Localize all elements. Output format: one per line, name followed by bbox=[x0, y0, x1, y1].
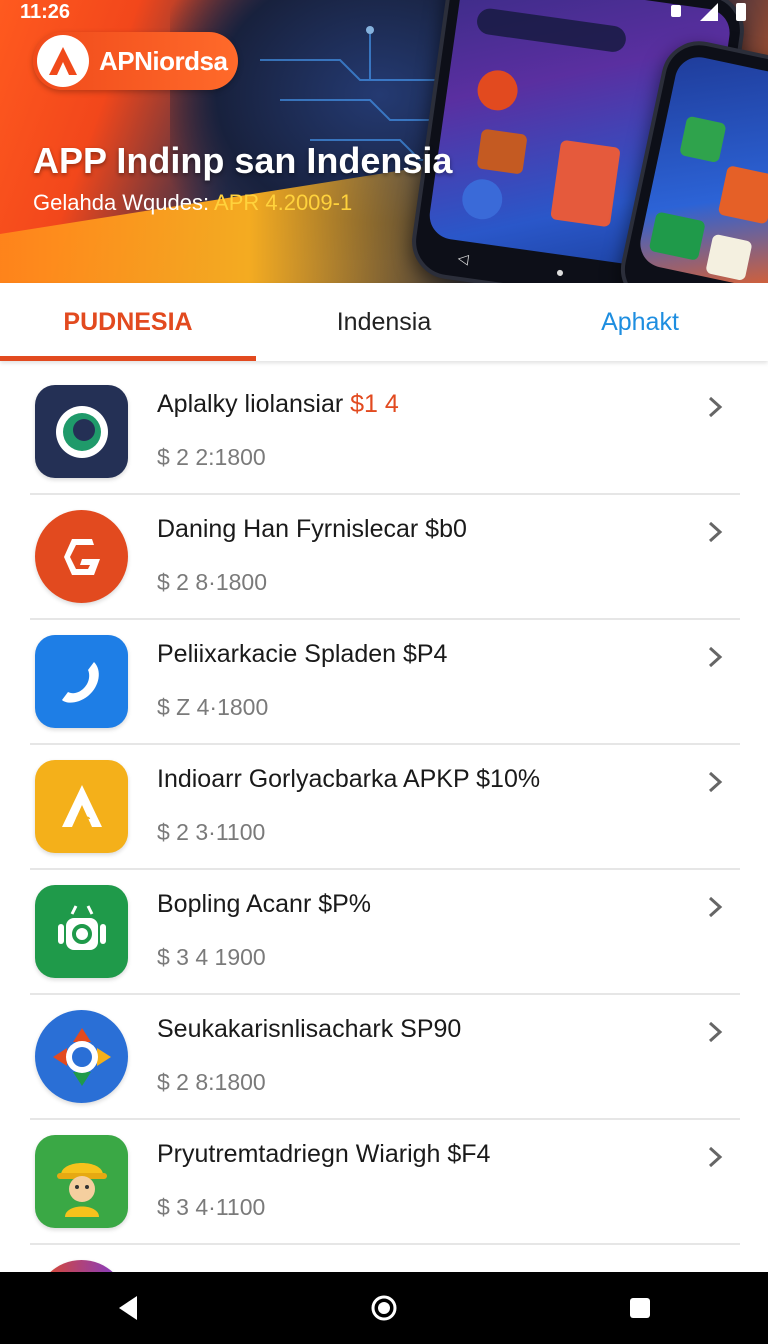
phone-tile bbox=[476, 128, 528, 175]
tab-pudnesia[interactable]: PUDNESIA bbox=[0, 283, 256, 361]
phone-tile bbox=[705, 233, 753, 282]
letter-a-icon: AC bbox=[35, 760, 128, 853]
phone-tile bbox=[550, 139, 621, 228]
back-button[interactable] bbox=[98, 1278, 158, 1338]
list-item[interactable]: Seukakarisnlisachark SP90 $ 2 8:1800 bbox=[30, 995, 740, 1120]
hero-title: APP Indinp san Indensia bbox=[33, 140, 453, 181]
signal-icon bbox=[700, 3, 718, 21]
list-item[interactable]: Daning Han Fyrnislecar $b0 $ 2 8·1800 bbox=[30, 495, 740, 620]
app-price: $ 3 4 1900 bbox=[157, 944, 266, 970]
chevron-right-icon bbox=[708, 646, 723, 668]
battery-icon bbox=[736, 3, 746, 21]
list-item[interactable]: AC Indioarr Gorlyacbarka APKP $10% $ 2 3… bbox=[30, 745, 740, 870]
list-item[interactable]: Pryutremtadriegn Wiarigh $F4 $ 3 4·1100 bbox=[30, 1120, 740, 1245]
app-price: $ 3 4·1100 bbox=[157, 1194, 266, 1220]
app-name: Peliixarkacie Spladen $P4 bbox=[157, 640, 448, 668]
app-name-text: Aplalky liolansiar bbox=[157, 390, 344, 418]
phone-tile bbox=[459, 176, 505, 222]
app-name: Bopling Acanr $P% bbox=[157, 890, 372, 918]
status-time: 11:26 bbox=[20, 0, 71, 23]
tab-indensia[interactable]: Indensia bbox=[256, 283, 512, 361]
hero-subtitle: Gelahda Wqudes: APR 4.2009-1 bbox=[33, 190, 352, 216]
logo-a-icon bbox=[37, 35, 89, 87]
list-item[interactable]: Bopling Acanr $P% $ 3 4 1900 bbox=[30, 870, 740, 995]
app-price: $ 2 2:1800 bbox=[157, 444, 266, 470]
status-bar: 11:26 bbox=[0, 0, 768, 24]
android-icon bbox=[35, 885, 128, 978]
logo-text: APNiordsa bbox=[99, 45, 228, 76]
ring-icon bbox=[35, 385, 128, 478]
chevron-right-icon bbox=[708, 896, 723, 918]
app-name: Seukakarisnlisachark SP90 bbox=[157, 1015, 462, 1043]
phone-tile bbox=[679, 115, 727, 164]
tab-aphakt[interactable]: Aphakt bbox=[512, 283, 768, 361]
chevron-right-icon bbox=[708, 771, 723, 793]
list-item[interactable]: Aplalky liolansiar $1 4 $ 2 2:1800 bbox=[30, 370, 740, 495]
app-name: Aplalky liolansiar $1 4 bbox=[157, 390, 399, 419]
home-icon bbox=[371, 1295, 397, 1321]
worker-icon bbox=[35, 1135, 128, 1228]
app-price: $ 2 3·1100 bbox=[157, 819, 266, 845]
app-name-accent: $1 4 bbox=[350, 390, 399, 418]
app-price: $ 2 8·1800 bbox=[157, 569, 267, 595]
hero-subtitle-label: Gelahda Wqudes: bbox=[33, 190, 215, 215]
app-name: Daning Han Fyrnislecar $b0 bbox=[157, 515, 467, 543]
app-name: Pryutremtadriegn Wiarigh $F4 bbox=[157, 1140, 491, 1168]
chevron-right-icon bbox=[708, 1021, 723, 1043]
compass-icon bbox=[35, 1010, 128, 1103]
tab-bar: PUDNESIA Indensia Aphakt bbox=[0, 283, 768, 361]
chevron-right-icon bbox=[708, 396, 723, 418]
recents-button[interactable] bbox=[610, 1278, 670, 1338]
system-nav-bar bbox=[0, 1272, 768, 1344]
svg-text:AC: AC bbox=[73, 814, 91, 828]
app-price: $ Z 4·1800 bbox=[157, 694, 269, 720]
chevron-right-icon bbox=[708, 1146, 723, 1168]
app-list: Aplalky liolansiar $1 4 $ 2 2:1800 Danin… bbox=[30, 370, 740, 1344]
phone-tile bbox=[648, 211, 706, 261]
app-name: Indioarr Gorlyacbarka APKP $10% bbox=[157, 765, 541, 793]
hero-subtitle-date: APR 4.2009-1 bbox=[214, 190, 353, 215]
phone-tile bbox=[717, 165, 768, 225]
phone-tile bbox=[474, 67, 521, 113]
back-icon bbox=[119, 1296, 137, 1320]
list-item[interactable]: Peliixarkacie Spladen $P4 $ Z 4·1800 bbox=[30, 620, 740, 745]
hero-banner: 11:26 APNiordsa APP Indinp san Indensia … bbox=[0, 0, 768, 283]
home-button[interactable] bbox=[354, 1278, 414, 1338]
recents-icon bbox=[630, 1298, 650, 1318]
app-price: $ 2 8:1800 bbox=[157, 1069, 266, 1095]
phone-icon bbox=[35, 635, 128, 728]
app-logo: APNiordsa bbox=[33, 32, 238, 90]
notification-icon bbox=[671, 5, 681, 17]
g-logo-icon bbox=[35, 510, 128, 603]
chevron-right-icon bbox=[708, 521, 723, 543]
